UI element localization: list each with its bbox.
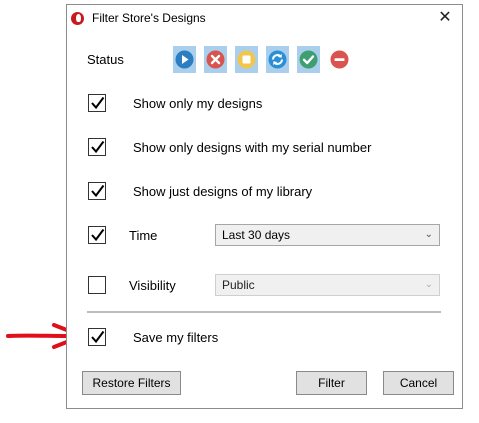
filter-row-serial: Show only designs with my serial number (67, 136, 462, 160)
time-select-value: Last 30 days (222, 228, 291, 242)
status-icon-group (173, 46, 359, 73)
status-toggle-blocked[interactable] (328, 46, 351, 73)
status-toggle-cancel[interactable] (204, 46, 227, 73)
title-bar: Filter Store's Designs ✕ (67, 5, 462, 33)
time-select[interactable]: Last 30 days ⌄ (215, 224, 440, 246)
checkmark-icon (91, 330, 105, 344)
only-mine-label: Show only my designs (133, 96, 263, 111)
approved-status-icon (299, 50, 318, 69)
checkmark-icon (91, 96, 105, 110)
checkmark-icon (91, 140, 105, 154)
visibility-select[interactable]: Public ⌄ (215, 274, 440, 296)
visibility-label: Visibility (129, 278, 176, 293)
filter-row-visibility: Visibility Public ⌄ (67, 274, 462, 298)
only-mine-checkbox[interactable] (88, 94, 106, 112)
chevron-down-icon: ⌄ (424, 279, 433, 290)
filter-row-only-mine: Show only my designs (67, 92, 462, 116)
time-checkbox[interactable] (88, 226, 106, 244)
status-toggle-approved[interactable] (297, 46, 320, 73)
blocked-status-icon (330, 50, 349, 69)
library-label: Show just designs of my library (133, 184, 313, 199)
save-filters-label: Save my filters (133, 330, 219, 345)
status-toggle-refresh[interactable] (266, 46, 289, 73)
close-button[interactable]: ✕ (437, 8, 453, 28)
app-logo-icon (71, 12, 84, 25)
time-label: Time (129, 228, 158, 243)
checkmark-icon (91, 228, 105, 242)
filter-button[interactable]: Filter (296, 371, 367, 395)
page: Filter Store's Designs ✕ Status Show onl… (0, 0, 479, 423)
serial-label: Show only designs with my serial number (133, 140, 372, 155)
filter-row-library: Show just designs of my library (67, 180, 462, 204)
window-title: Filter Store's Designs (92, 11, 206, 25)
refresh-status-icon (268, 50, 287, 69)
save-filters-checkbox[interactable] (88, 328, 106, 346)
filter-row-save: Save my filters (67, 326, 462, 350)
status-toggle-pause[interactable] (235, 46, 258, 73)
chevron-down-icon: ⌄ (424, 229, 433, 240)
library-checkbox[interactable] (88, 182, 106, 200)
restore-filters-button[interactable]: Restore Filters (82, 371, 181, 395)
cancel-status-icon (206, 50, 225, 69)
pause-status-icon (237, 50, 256, 69)
cancel-button[interactable]: Cancel (383, 371, 454, 395)
status-label: Status (87, 52, 124, 67)
filter-row-time: Time Last 30 days ⌄ (67, 224, 462, 248)
visibility-checkbox[interactable] (88, 276, 106, 294)
visibility-select-value: Public (222, 278, 255, 292)
checkmark-icon (91, 184, 105, 198)
play-status-icon (175, 50, 194, 69)
filter-dialog: Filter Store's Designs ✕ Status Show onl… (66, 4, 463, 409)
serial-checkbox[interactable] (88, 138, 106, 156)
divider (87, 311, 441, 313)
status-toggle-play[interactable] (173, 46, 196, 73)
